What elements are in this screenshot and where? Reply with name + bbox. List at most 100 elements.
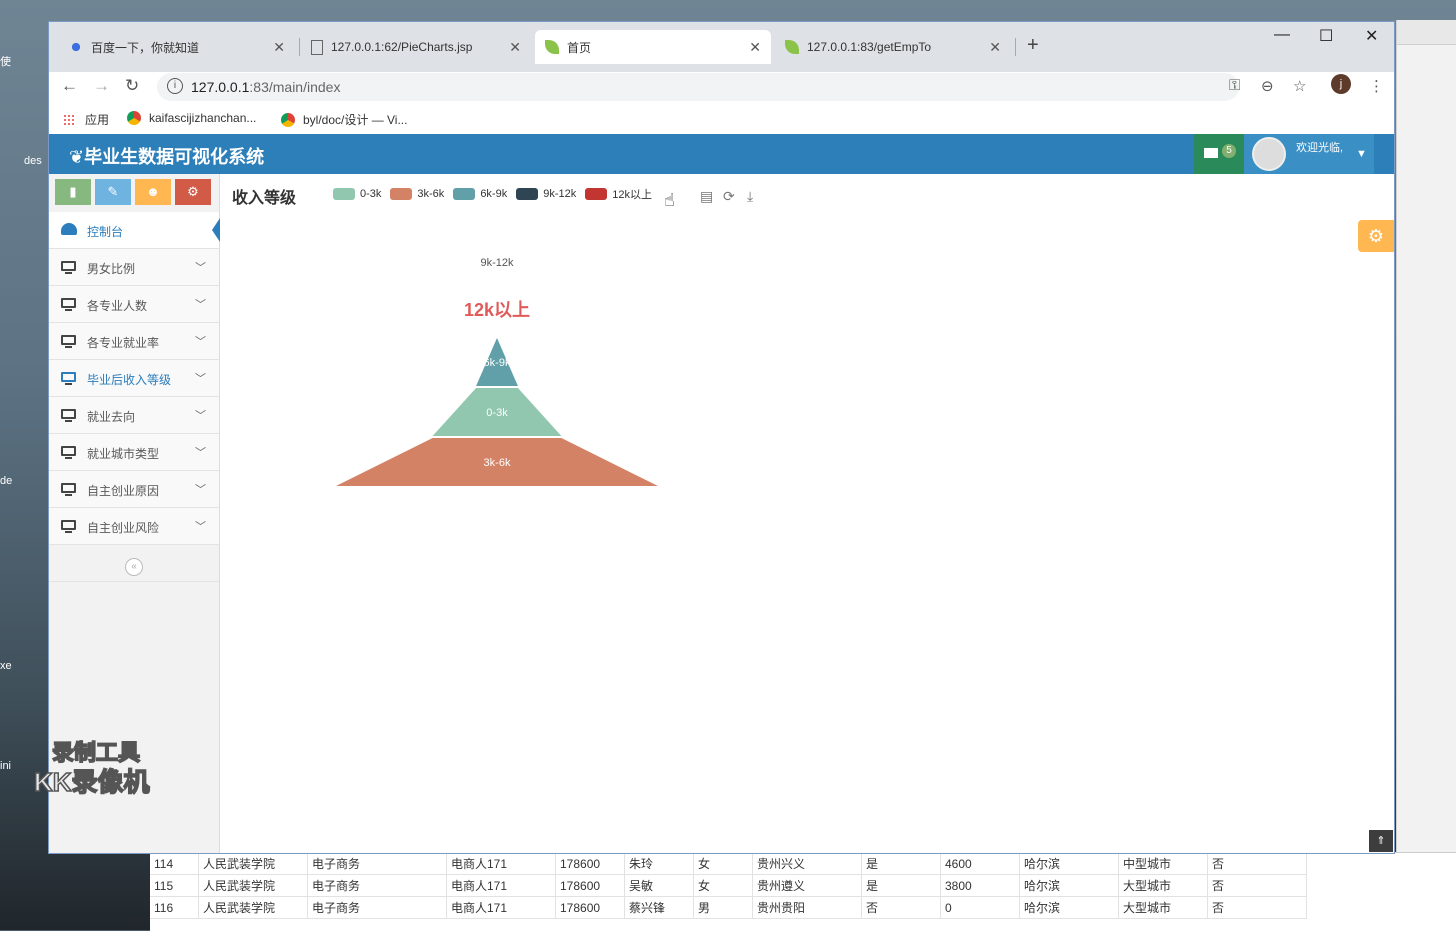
table-cell: 电商人171 [446,896,556,919]
legend-item[interactable]: 3k-6k [390,188,444,200]
new-tab-plus-icon[interactable]: + [1027,34,1039,57]
tab-title: 百度一下，你就知道 [91,40,200,55]
welcome-text: 欢迎光临, [1296,142,1344,154]
cogs-icon[interactable]: ⚙ [175,179,211,205]
legend-item[interactable]: 6k-9k [453,188,507,200]
table-cell: 115 [150,874,199,897]
forward-arrow-icon[interactable]: → [93,76,110,96]
tab-home[interactable]: 首页 ✕ [535,30,771,64]
table-cell: 人民武装学院 [198,874,308,897]
bookmark-item[interactable]: byl/doc/设计 — Vi... [281,111,407,128]
table-cell: 114 [150,853,199,875]
funnel-chart: 9k-12k 12k以上 6k-9k 0-3k 3k-6k [336,257,658,486]
table-cell: 3800 [940,874,1020,897]
maximize-icon[interactable]: ☐ [1319,26,1333,46]
sidebar-item-label: 控制台 [87,225,124,239]
funnel-label: 9k-12k [480,257,514,269]
info-icon[interactable]: i [167,78,183,94]
funnel-label: 12k以上 [464,300,530,320]
table-cell: 是 [861,874,941,897]
profile-avatar[interactable]: j [1331,74,1351,94]
envelope-icon [1204,148,1218,158]
desktop-icon-label: de [0,475,13,487]
sidebar-item[interactable]: 男女比例 ﹀ [49,249,219,286]
sidebar-item[interactable]: 各专业就业率 ﹀ [49,323,219,360]
close-icon[interactable]: ✕ [273,39,285,56]
sidebar-item[interactable]: 就业城市类型 ﹀ [49,434,219,471]
page-icon [311,39,323,55]
shortcut-buttons: ▮ ✎ ☻ ⚙ [49,174,219,212]
sidebar-item-label: 自主创业原因 [87,484,160,498]
desktop-icon-label: ini [0,760,12,772]
close-icon[interactable]: ✕ [989,39,1001,56]
top-navbar: ❦毕业生数据可视化系统 5 欢迎光临, ▼ [49,134,1394,174]
background-spreadsheet: 114 人民武装学院 电子商务 电商人171 178600 朱玲女贵州兴义是 4600 哈尔滨… [150,852,1456,931]
signal-bars-icon[interactable]: ▮ [55,179,91,205]
tab-piecharts[interactable]: 127.0.0.1:62/PieCharts.jsp ✕ [301,30,531,64]
table-cell: 人民武装学院 [198,896,308,919]
minimize-icon[interactable]: — [1274,26,1290,44]
collapse-sidebar-icon[interactable]: « [125,558,143,576]
star-icon[interactable]: ☆ [1293,77,1306,95]
close-icon[interactable]: ✕ [509,39,521,56]
active-marker [212,218,220,242]
sidebar-item[interactable]: 自主创业风险 ﹀ [49,508,219,545]
legend-item[interactable]: 0-3k [333,188,381,200]
sidebar-item[interactable]: 控制台 [49,212,220,249]
table-cell: 蔡兴锋 [624,896,694,919]
save-image-icon[interactable]: ⤓ [747,188,753,205]
bookmark-item[interactable]: kaifascijizhanchan... [127,111,256,125]
back-arrow-icon[interactable]: ← [61,76,78,96]
table-cell: 贵州兴义 [752,853,862,875]
table-cell: 男 [693,896,753,919]
data-view-icon[interactable]: ▤ [700,188,713,205]
user-avatar [1252,137,1286,171]
close-window-icon[interactable]: ✕ [1365,26,1378,46]
sidebar-item[interactable]: 自主创业原因 ﹀ [49,471,219,508]
table-cell: 女 [693,874,753,897]
funnel-label: 3k-6k [484,457,511,469]
bookmark-apps[interactable]: 应用 [63,111,109,128]
table-cell: 中型城市 [1118,853,1208,875]
sidebar-item[interactable]: 各专业人数 ﹀ [49,286,219,323]
legend-item[interactable]: 12k以上 [585,186,652,202]
tab-getempto[interactable]: 127.0.0.1:83/getEmpTo ✕ [775,30,1011,64]
users-icon[interactable]: ☻ [135,179,171,205]
chevron-down-icon: ﹀ [195,262,206,274]
table-cell: 0 [940,896,1020,919]
zoom-icon[interactable]: ⊖ [1261,77,1274,95]
chevron-down-icon: ﹀ [195,521,206,533]
table-cell: 朱玲 [624,853,694,875]
close-icon[interactable]: ✕ [749,39,761,56]
tab-strip: 百度一下，你就知道 ✕ 127.0.0.1:62/PieCharts.jsp ✕… [49,22,1394,72]
scroll-top-icon[interactable]: ⇑ [1369,830,1393,852]
restore-icon[interactable]: ⟳ [723,188,735,205]
mail-button[interactable]: 5 [1194,134,1244,174]
key-icon[interactable]: ⚿ [1229,77,1240,94]
app-title[interactable]: ❦毕业生数据可视化系统 [69,143,264,169]
legend-item[interactable]: 9k-12k [516,188,576,200]
table-cell: 178600 [555,896,625,919]
chrome-icon [127,111,141,125]
settings-gear-icon[interactable]: ⚙ [1358,220,1394,252]
menu-kebab-icon[interactable]: ⋮ [1369,77,1384,95]
table-cell: 女 [693,853,753,875]
legend-swatch [453,188,476,200]
tab-baidu[interactable]: 百度一下，你就知道 ✕ [59,30,295,64]
chevron-down-icon: ﹀ [195,410,206,422]
table-cell: 哈尔滨 [1019,896,1119,919]
table-cell: 哈尔滨 [1019,853,1119,875]
desktop-icon [61,483,76,496]
user-menu[interactable]: 欢迎光临, ▼ [1244,134,1374,174]
legend-swatch [516,188,539,200]
table-cell: 吴敏 [624,874,694,897]
app-title-text: 毕业生数据可视化系统 [84,147,265,167]
sidebar-item-label: 就业城市类型 [87,447,160,461]
sidebar-item[interactable]: 毕业后收入等级 ﹀ [49,360,219,397]
leaf-icon [545,40,559,54]
reload-icon[interactable]: ↻ [125,76,139,96]
sidebar-item-label: 毕业后收入等级 [87,373,172,387]
pencil-icon[interactable]: ✎ [95,179,131,205]
address-bar[interactable]: i 127.0.0.1:83/main/index [157,73,1239,101]
sidebar-item[interactable]: 就业去向 ﹀ [49,397,219,434]
